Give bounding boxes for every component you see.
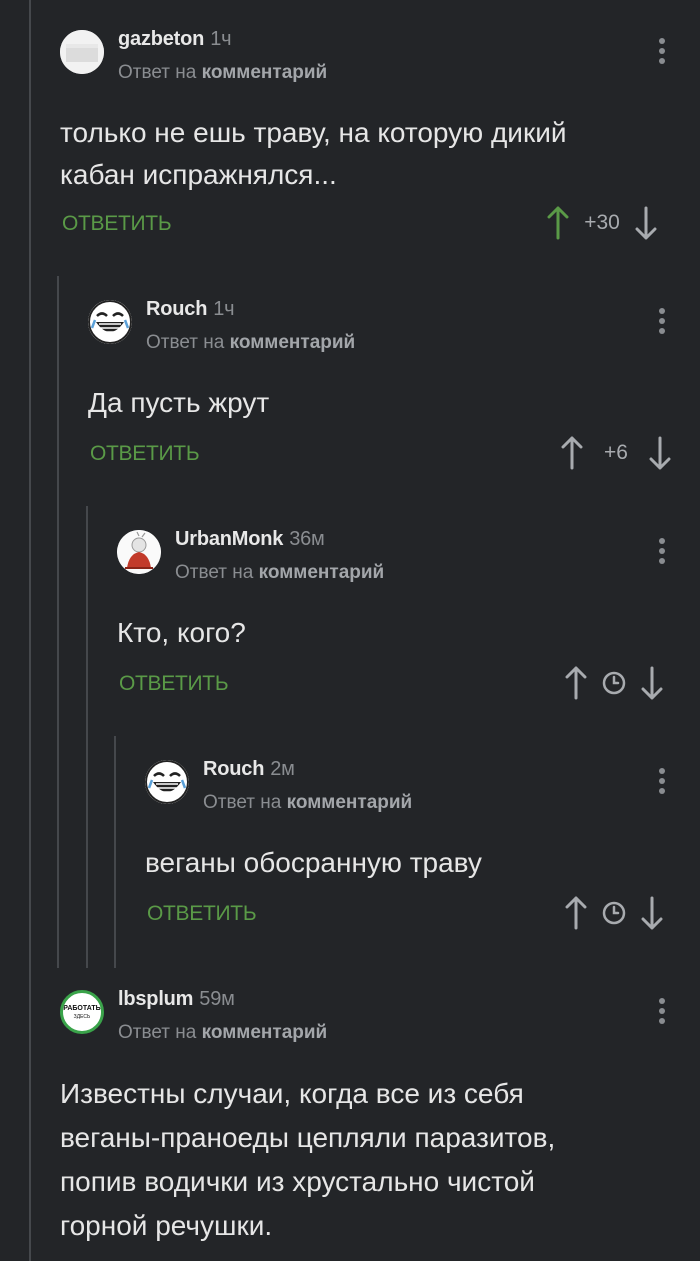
downvote-arrow-icon[interactable] xyxy=(640,896,664,930)
author-name[interactable]: gazbeton 1ч xyxy=(118,28,232,51)
upvote-arrow-icon[interactable] xyxy=(564,896,588,930)
vote-controls xyxy=(564,666,664,700)
vote-controls xyxy=(564,896,664,930)
downvote-arrow-icon[interactable] xyxy=(640,666,664,700)
white-box-avatar[interactable] xyxy=(60,30,104,74)
reply-to-link[interactable]: комментарий xyxy=(287,792,413,813)
laughing-face-avatar[interactable] xyxy=(145,760,189,804)
reply-to-label: Ответ на комментарий xyxy=(118,1022,328,1043)
reply-to-label: Ответ на комментарий xyxy=(146,332,356,353)
upvote-arrow-icon[interactable] xyxy=(560,436,584,470)
thread-line-level-2 xyxy=(86,506,88,968)
comment-text: только не ешь траву, на которую дикий ка… xyxy=(60,117,567,190)
reply-button[interactable]: ОТВЕТИТЬ xyxy=(62,212,172,236)
downvote-arrow-icon[interactable] xyxy=(634,206,658,240)
more-options-icon[interactable] xyxy=(659,538,665,568)
more-options-icon[interactable] xyxy=(659,38,665,68)
comment-text: Кто, кого? xyxy=(117,617,246,648)
thread-line-level-3 xyxy=(114,736,116,968)
reply-button[interactable]: ОТВЕТИТЬ xyxy=(119,672,229,696)
rating-value: +6 xyxy=(604,441,628,464)
reply-to-label: Ответ на комментарий xyxy=(118,62,328,83)
avatar-text-line-2: ЗДЕСЬ xyxy=(73,1014,91,1020)
monk-avatar[interactable] xyxy=(117,530,161,574)
clock-icon xyxy=(602,671,626,695)
upvote-arrow-icon[interactable] xyxy=(564,666,588,700)
vote-controls: +6 xyxy=(560,436,672,470)
comment-text: Известны случаи, когда все из себя веган… xyxy=(60,1078,556,1241)
more-options-icon[interactable] xyxy=(659,998,665,1028)
author-name[interactable]: Rouch 1ч xyxy=(146,298,235,321)
comment-text: веганы обосранную траву xyxy=(145,847,482,878)
reply-button[interactable]: ОТВЕТИТЬ xyxy=(90,442,200,466)
thread-line-level-0 xyxy=(29,0,31,1261)
avatar-text-line-1: РАБОТАТЬ xyxy=(63,1005,101,1012)
reply-to-label: Ответ на комментарий xyxy=(203,792,413,813)
vote-controls: +30 xyxy=(546,206,658,240)
author-name[interactable]: Rouch 2м xyxy=(203,758,295,781)
reply-to-label: Ответ на комментарий xyxy=(175,562,385,583)
rabotat-zdes-avatar[interactable]: РАБОТАТЬ ЗДЕСЬ xyxy=(60,990,104,1034)
comment-time: 2м xyxy=(270,758,295,780)
comment-text: Да пусть жрут xyxy=(88,387,270,418)
comment-time: 1ч xyxy=(210,28,232,50)
more-options-icon[interactable] xyxy=(659,768,665,798)
upvote-arrow-icon[interactable] xyxy=(546,206,570,240)
thread-line-level-1 xyxy=(57,276,59,968)
laughing-face-avatar[interactable] xyxy=(88,300,132,344)
reply-to-link[interactable]: комментарий xyxy=(202,62,328,83)
comment-time: 1ч xyxy=(213,298,235,320)
more-options-icon[interactable] xyxy=(659,308,665,338)
reply-to-link[interactable]: комментарий xyxy=(202,1022,328,1043)
author-name[interactable]: UrbanMonk 36м xyxy=(175,528,325,551)
reply-to-link[interactable]: комментарий xyxy=(259,562,385,583)
clock-icon xyxy=(602,901,626,925)
reply-to-link[interactable]: комментарий xyxy=(230,332,356,353)
author-name[interactable]: lbsplum 59м xyxy=(118,988,235,1011)
comment-time: 36м xyxy=(289,528,325,550)
downvote-arrow-icon[interactable] xyxy=(648,436,672,470)
reply-button[interactable]: ОТВЕТИТЬ xyxy=(147,902,257,926)
comment-time: 59м xyxy=(199,988,235,1010)
rating-value: +30 xyxy=(584,211,620,234)
